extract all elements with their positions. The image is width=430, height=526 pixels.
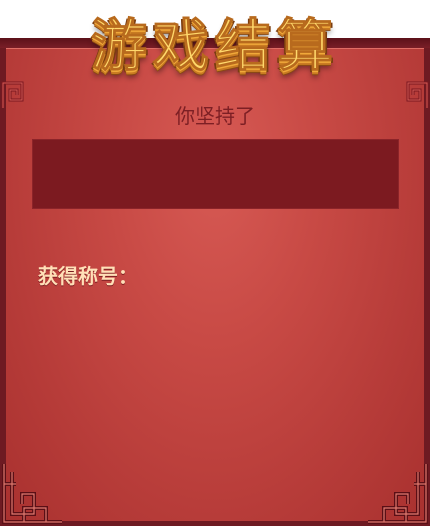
survival-time-box	[32, 139, 399, 209]
game-result-title: 游戏结算	[91, 13, 339, 79]
honor-title-label-text: 获得称号：	[38, 264, 138, 288]
corner-ornament-bottom-right-icon	[368, 464, 430, 526]
corner-ornament-bottom-left-icon	[0, 464, 62, 526]
honor-title-label: 获得称号：	[38, 260, 138, 289]
survival-time-caption: 你坚持了	[175, 104, 255, 128]
